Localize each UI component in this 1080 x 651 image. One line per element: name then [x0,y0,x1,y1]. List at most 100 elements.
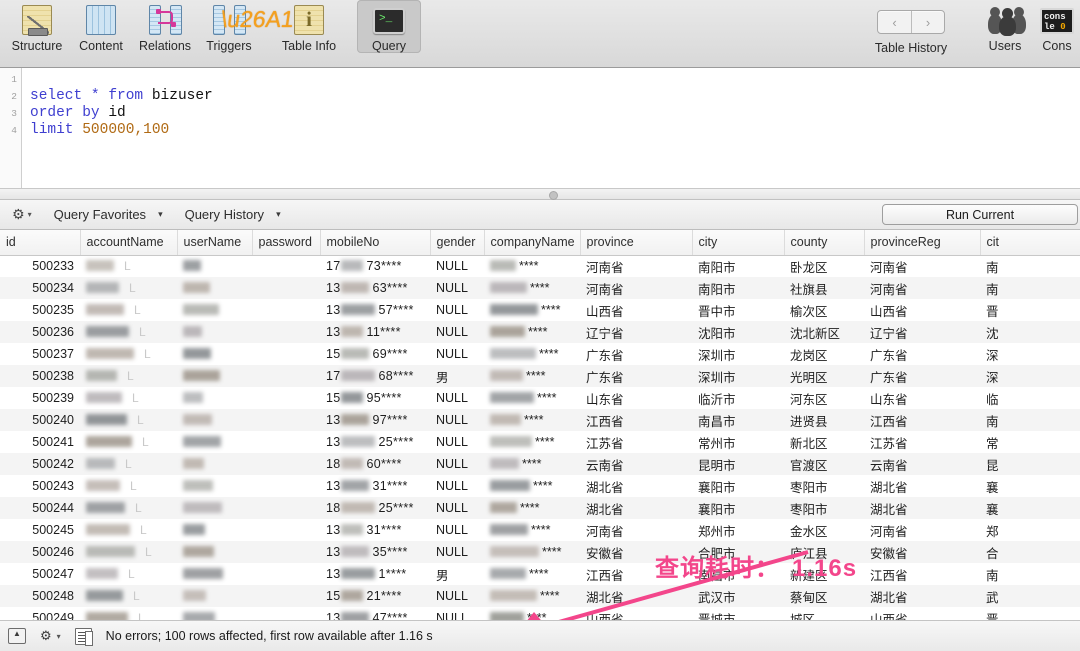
cell-cityReg[interactable]: 武 [980,585,1080,607]
cell-id[interactable]: 500241 [0,431,80,453]
cell-gender[interactable]: NULL [430,475,484,497]
cell-cityReg[interactable]: 常 [980,431,1080,453]
table-row[interactable]: 500238L1768****男****广东省深圳市光明区广东省深 [0,365,1080,387]
cell-id[interactable]: 500234 [0,277,80,299]
cell-userName[interactable] [177,299,252,321]
cell-county[interactable]: 沈北新区 [784,321,864,343]
cell-province[interactable]: 河南省 [580,519,692,541]
cell-province[interactable]: 安徽省 [580,541,692,563]
cell-province[interactable]: 河南省 [580,277,692,299]
cell-companyName[interactable]: **** [484,475,580,497]
table-row[interactable]: 500239L1595****NULL****山东省临沂市河东区山东省临 [0,387,1080,409]
cell-cityReg[interactable]: 深 [980,365,1080,387]
cell-accountName[interactable]: L [80,409,177,431]
cell-id[interactable]: 500236 [0,321,80,343]
history-forward-button[interactable]: › [911,11,944,33]
cell-companyName[interactable]: **** [484,299,580,321]
cell-companyName[interactable]: **** [484,585,580,607]
cell-password[interactable] [252,299,320,321]
cell-gender[interactable]: NULL [430,541,484,563]
cell-userName[interactable] [177,585,252,607]
cell-gender[interactable]: NULL [430,277,484,299]
cell-companyName[interactable]: **** [484,343,580,365]
cell-userName[interactable] [177,431,252,453]
cell-mobileNo[interactable]: 1311**** [320,321,430,343]
cell-userName[interactable] [177,607,252,620]
cell-provinceReg[interactable]: 河南省 [864,255,980,277]
cell-cityReg[interactable]: 晋 [980,299,1080,321]
cell-userName[interactable] [177,387,252,409]
cell-accountName[interactable]: L [80,387,177,409]
cell-mobileNo[interactable]: 1521**** [320,585,430,607]
cell-accountName[interactable]: L [80,475,177,497]
cell-id[interactable]: 500242 [0,453,80,475]
cell-cityReg[interactable]: 襄 [980,475,1080,497]
cell-userName[interactable] [177,563,252,585]
editor-results-splitter[interactable] [0,188,1080,200]
cell-provinceReg[interactable]: 江西省 [864,409,980,431]
cell-county[interactable]: 进贤县 [784,409,864,431]
column-header-city[interactable]: city [692,230,784,255]
cell-provinceReg[interactable]: 辽宁省 [864,321,980,343]
cell-accountName[interactable]: L [80,563,177,585]
table-row[interactable]: 500247L131****男****江西省南昌市新建区江西省南 [0,563,1080,585]
cell-companyName[interactable]: **** [484,541,580,563]
cell-provinceReg[interactable]: 江苏省 [864,431,980,453]
cell-cityReg[interactable]: 南 [980,409,1080,431]
cell-mobileNo[interactable]: 1357**** [320,299,430,321]
table-row[interactable]: 500243L1331****NULL****湖北省襄阳市枣阳市湖北省襄 [0,475,1080,497]
cell-password[interactable] [252,409,320,431]
cell-provinceReg[interactable]: 江西省 [864,563,980,585]
cell-mobileNo[interactable]: 1773**** [320,255,430,277]
cell-accountName[interactable]: L [80,277,177,299]
cell-companyName[interactable]: **** [484,255,580,277]
cell-gender[interactable]: NULL [430,321,484,343]
cell-id[interactable]: 500238 [0,365,80,387]
cell-mobileNo[interactable]: 1825**** [320,497,430,519]
column-header-mobileNo[interactable]: mobileNo [320,230,430,255]
toolbar-item-relations[interactable]: Relations [133,0,197,53]
cell-mobileNo[interactable]: 1860**** [320,453,430,475]
cell-gender[interactable]: NULL [430,519,484,541]
cell-city[interactable]: 武汉市 [692,585,784,607]
cell-province[interactable]: 山东省 [580,387,692,409]
cell-county[interactable]: 金水区 [784,519,864,541]
cell-userName[interactable] [177,497,252,519]
cell-gender[interactable]: NULL [430,343,484,365]
toolbar-item-content[interactable]: Content [69,0,133,53]
cell-cityReg[interactable]: 晋 [980,607,1080,620]
cell-province[interactable]: 湖北省 [580,585,692,607]
cell-provinceReg[interactable]: 云南省 [864,453,980,475]
cell-province[interactable]: 湖北省 [580,497,692,519]
cell-city[interactable]: 南昌市 [692,409,784,431]
cell-county[interactable]: 社旗县 [784,277,864,299]
column-header-gender[interactable]: gender [430,230,484,255]
query-results-table[interactable]: idaccountNameuserNamepasswordmobileNogen… [0,230,1080,620]
cell-gender[interactable]: NULL [430,387,484,409]
cell-city[interactable]: 南昌市 [692,563,784,585]
table-row[interactable]: 500234L1363****NULL****河南省南阳市社旗县河南省南 [0,277,1080,299]
cell-mobileNo[interactable]: 1397**** [320,409,430,431]
cell-userName[interactable] [177,365,252,387]
cell-province[interactable]: 湖北省 [580,475,692,497]
column-header-id[interactable]: id [0,230,80,255]
cell-mobileNo[interactable]: 1335**** [320,541,430,563]
cell-gender[interactable]: NULL [430,453,484,475]
cell-id[interactable]: 500233 [0,255,80,277]
cell-county[interactable]: 蔡甸区 [784,585,864,607]
cell-provinceReg[interactable]: 湖北省 [864,585,980,607]
cell-provinceReg[interactable]: 山西省 [864,299,980,321]
cell-id[interactable]: 500248 [0,585,80,607]
cell-userName[interactable] [177,453,252,475]
cell-city[interactable]: 晋中市 [692,299,784,321]
cell-gender[interactable]: NULL [430,585,484,607]
toolbar-item-users[interactable]: Users [976,0,1034,53]
history-back-button[interactable]: ‹ [878,11,911,33]
sql-editor[interactable]: 1 2 3 4 select * from bizuserorder by id… [0,68,1080,188]
table-row[interactable]: 500235L1357****NULL****山西省晋中市榆次区山西省晋 [0,299,1080,321]
cell-password[interactable] [252,255,320,277]
status-gear-chevron-down-icon[interactable]: ▾ [57,632,61,641]
cell-cityReg[interactable]: 郑 [980,519,1080,541]
cell-companyName[interactable]: **** [484,497,580,519]
cell-companyName[interactable]: **** [484,519,580,541]
